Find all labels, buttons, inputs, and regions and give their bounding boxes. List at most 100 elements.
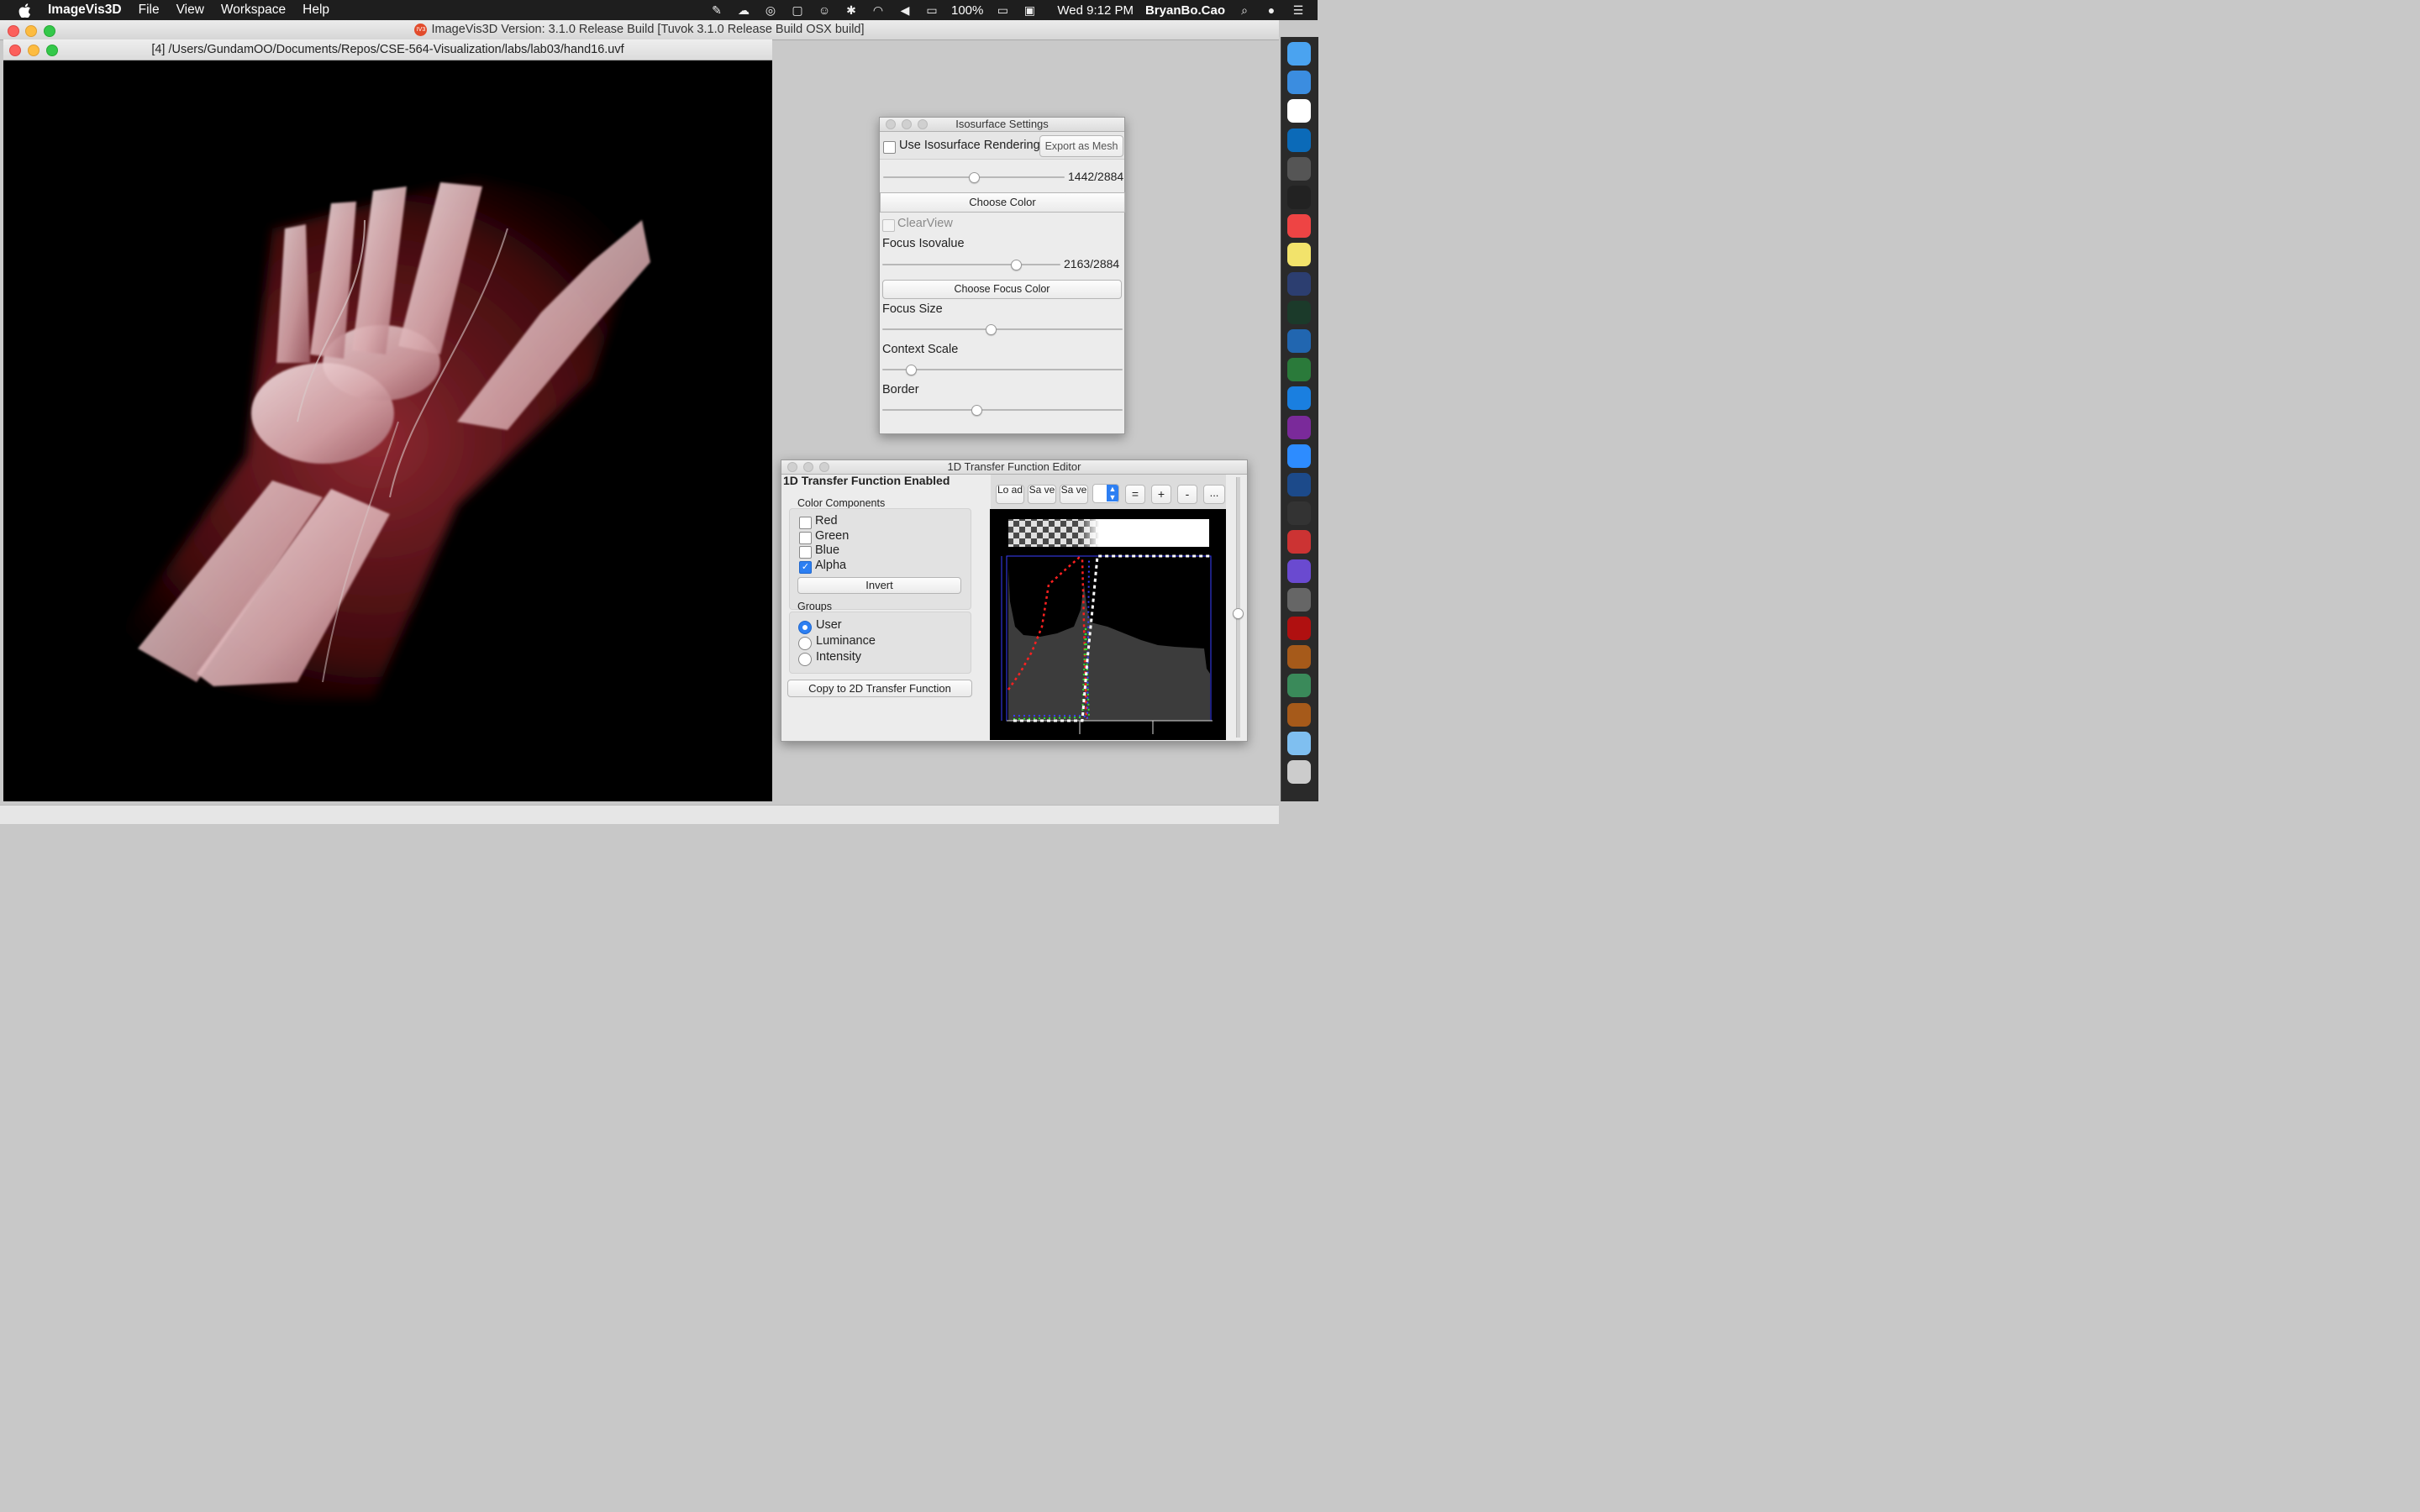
- acrobat-icon[interactable]: [1287, 617, 1311, 640]
- sync-icon[interactable]: ◎: [763, 3, 778, 17]
- more-button[interactable]: ...: [1203, 485, 1225, 504]
- focus-size-label: Focus Size: [882, 302, 943, 316]
- tf-minimize-button[interactable]: [803, 462, 813, 472]
- imagevis-icon[interactable]: [1287, 645, 1311, 669]
- user-name[interactable]: BryanBo.Cao: [1145, 3, 1225, 18]
- choose-focus-color-button[interactable]: Choose Focus Color: [882, 280, 1122, 299]
- menu-help[interactable]: Help: [302, 3, 329, 18]
- use-isosurface-checkbox[interactable]: [883, 141, 896, 154]
- atom-icon[interactable]: [1287, 674, 1311, 698]
- focus-size-slider-handle[interactable]: [985, 324, 997, 335]
- teamviewer-icon[interactable]: [1287, 386, 1311, 411]
- r-icon[interactable]: [1287, 329, 1311, 353]
- notes-icon[interactable]: [1287, 243, 1311, 267]
- alpha-checkbox[interactable]: ✓: [799, 561, 812, 574]
- border-slider-handle[interactable]: [971, 405, 982, 416]
- volume-icon[interactable]: ◀: [897, 3, 913, 17]
- volume-render-view[interactable]: [3, 60, 772, 801]
- luminance-radio[interactable]: [798, 637, 812, 650]
- color-icon[interactable]: [1287, 559, 1311, 583]
- transfer-function-canvas[interactable]: [990, 509, 1226, 740]
- save-as-button[interactable]: Sa ve: [1060, 485, 1088, 504]
- notification-center-icon[interactable]: ☰: [1291, 3, 1306, 17]
- render-window-titlebar: [4] /Users/GundamOO/Documents/Repos/CSE-…: [3, 39, 772, 60]
- wifi-icon[interactable]: ◠: [871, 3, 886, 17]
- save-button[interactable]: Sa ve: [1028, 485, 1056, 504]
- battery-percent: 100%: [950, 3, 984, 18]
- border-slider-track[interactable]: [882, 409, 1123, 411]
- menu-file[interactable]: File: [139, 3, 160, 18]
- menu-workspace[interactable]: Workspace: [221, 3, 286, 18]
- app-icon[interactable]: [1287, 358, 1311, 382]
- apple-icon[interactable]: [18, 3, 31, 18]
- render-close-button[interactable]: [9, 45, 21, 56]
- intensity-radio[interactable]: [798, 653, 812, 666]
- context-scale-slider-track[interactable]: [882, 369, 1123, 370]
- terminal-icon[interactable]: [1287, 186, 1311, 209]
- green-checkbox[interactable]: [799, 532, 812, 544]
- bluetooth-icon[interactable]: ✱: [844, 3, 859, 17]
- airplay-icon[interactable]: ▭: [924, 3, 939, 17]
- add-button[interactable]: +: [1151, 485, 1171, 504]
- activity-monitor-icon[interactable]: [1287, 300, 1311, 324]
- siri-icon[interactable]: ●: [1264, 3, 1279, 17]
- zoom-button[interactable]: [44, 25, 55, 37]
- creative-cloud-icon[interactable]: ☁: [736, 3, 751, 17]
- display-icon[interactable]: ▢: [790, 3, 805, 17]
- eclipse-icon[interactable]: [1287, 271, 1311, 296]
- finder-icon[interactable]: [1287, 42, 1311, 66]
- launchpad-icon[interactable]: [1287, 156, 1311, 181]
- imagevis2-icon[interactable]: [1287, 702, 1311, 727]
- load-button[interactable]: Lo ad: [996, 485, 1024, 504]
- pen-status-icon[interactable]: ✎: [709, 3, 724, 17]
- tf-vertical-slider-handle[interactable]: [1233, 608, 1244, 619]
- tf-preset-select[interactable]: ▲ ▼: [1092, 484, 1119, 503]
- menu-view[interactable]: View: [176, 3, 204, 18]
- equal-button[interactable]: =: [1125, 485, 1145, 504]
- outlook-icon[interactable]: [1287, 128, 1311, 152]
- app2-icon[interactable]: [1287, 530, 1311, 554]
- alpha-label: Alpha: [815, 559, 847, 572]
- focus-isovalue-slider-handle[interactable]: [1011, 260, 1022, 270]
- keynote-icon[interactable]: [1287, 501, 1311, 526]
- context-scale-slider-handle[interactable]: [906, 365, 918, 375]
- status-menu: ✎ ☁ ◎ ▢ ☺ ✱ ◠ ◀ ▭ 100% ▭ ▣ Wed 9:12 PM B…: [709, 0, 1306, 20]
- zoom-icon[interactable]: [1287, 444, 1311, 468]
- isovalue-slider-handle[interactable]: [969, 172, 980, 183]
- invert-button[interactable]: Invert: [797, 577, 961, 594]
- input-icon[interactable]: ▣: [1022, 3, 1037, 17]
- remove-button[interactable]: -: [1177, 485, 1197, 504]
- app-menu[interactable]: ImageVis3D: [48, 3, 122, 18]
- folder-icon[interactable]: [1287, 731, 1311, 755]
- user-radio[interactable]: [798, 621, 812, 634]
- pen-app-icon[interactable]: [1287, 71, 1311, 95]
- render-minimize-button[interactable]: [28, 45, 39, 56]
- focus-size-slider-track[interactable]: [882, 328, 1123, 330]
- clock[interactable]: Wed 9:12 PM: [1057, 3, 1134, 18]
- quicktime-icon[interactable]: [1287, 473, 1311, 496]
- spotlight-icon[interactable]: ⌕: [1237, 3, 1252, 17]
- onenote-icon[interactable]: [1287, 415, 1311, 439]
- render-zoom-button[interactable]: [46, 45, 58, 56]
- trash-icon[interactable]: [1287, 760, 1311, 784]
- focus-isovalue-slider-track[interactable]: [882, 264, 1060, 265]
- calendar-icon[interactable]: [1287, 99, 1311, 123]
- red-checkbox[interactable]: [799, 517, 812, 529]
- tf-close-button[interactable]: [787, 462, 797, 472]
- minimize-button[interactable]: [25, 25, 37, 37]
- panel-close-button[interactable]: [886, 119, 896, 129]
- panel-minimize-button[interactable]: [902, 119, 912, 129]
- dock: [1281, 37, 1318, 801]
- copy-to-2d-button[interactable]: Copy to 2D Transfer Function: [787, 680, 972, 697]
- clearview-checkbox[interactable]: [882, 219, 895, 232]
- close-button[interactable]: [8, 25, 19, 37]
- choose-color-button[interactable]: Choose Color: [880, 192, 1125, 213]
- battery-icon[interactable]: ▭: [995, 3, 1010, 17]
- blue-checkbox[interactable]: [799, 546, 812, 559]
- export-mesh-button[interactable]: Export as Mesh: [1039, 135, 1123, 157]
- chrome-icon[interactable]: [1287, 214, 1311, 239]
- accessibility-icon[interactable]: ☺: [817, 3, 832, 17]
- panel-zoom-button[interactable]: [918, 119, 928, 129]
- system-preferences-icon[interactable]: [1287, 587, 1311, 612]
- tf-zoom-button[interactable]: [819, 462, 829, 472]
